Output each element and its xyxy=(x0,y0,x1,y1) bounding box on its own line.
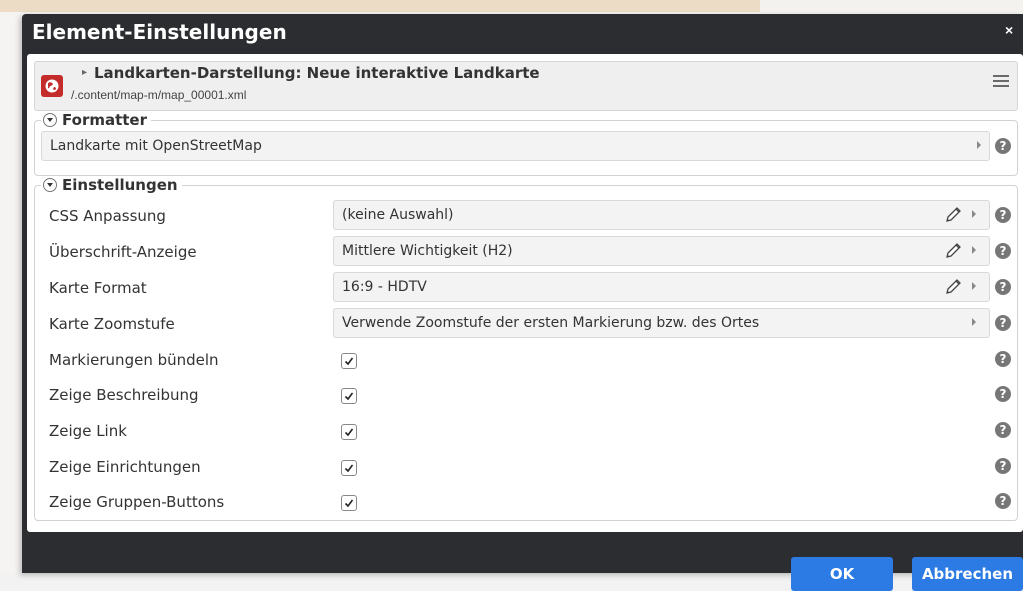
karte-zoomstufe-label: Karte Zoomstufe xyxy=(49,315,175,333)
element-settings-dialog: Element-Einstellungen × ▸ Landkarten-Dar… xyxy=(22,14,1023,591)
checkmark-icon xyxy=(344,357,354,366)
zeige-beschreibung-checkbox[interactable] xyxy=(341,388,357,404)
pencil-icon[interactable] xyxy=(944,206,964,224)
settings-legend-label: Einstellungen xyxy=(62,176,178,194)
ok-button[interactable]: OK xyxy=(791,557,893,591)
arrow-right-icon xyxy=(972,210,976,218)
ueberschrift-anzeige-select[interactable]: Mittlere Wichtigkeit (H2) xyxy=(333,236,990,266)
resource-title: Landkarten-Darstellung: Neue interaktive… xyxy=(94,64,540,82)
zeige-link-checkbox[interactable] xyxy=(341,424,357,440)
zeige-gruppen-buttons-checkbox[interactable] xyxy=(341,495,357,511)
formatter-select-value: Landkarte mit OpenStreetMap xyxy=(50,138,262,154)
checkmark-icon xyxy=(344,428,354,437)
dialog-footer: OK Abbrechen xyxy=(22,533,1023,591)
zeige-gruppen-buttons-label: Zeige Gruppen-Buttons xyxy=(49,493,225,511)
zeige-einrichtungen-checkbox[interactable] xyxy=(341,460,357,476)
help-icon[interactable]: ? xyxy=(995,422,1011,438)
help-icon[interactable]: ? xyxy=(995,243,1011,259)
cancel-button[interactable]: Abbrechen xyxy=(912,557,1023,591)
ueberschrift-anzeige-value: Mittlere Wichtigkeit (H2) xyxy=(342,243,513,259)
help-icon[interactable]: ? xyxy=(995,207,1011,223)
help-icon[interactable]: ? xyxy=(995,493,1011,509)
markierungen-buendeln-label: Markierungen bündeln xyxy=(49,351,219,369)
karte-format-label: Karte Format xyxy=(49,279,147,297)
markierungen-buendeln-checkbox[interactable] xyxy=(341,353,357,369)
map-type-icon xyxy=(41,75,63,97)
settings-legend: Einstellungen xyxy=(41,176,182,194)
resource-header: ▸ Landkarten-Darstellung: Neue interakti… xyxy=(34,61,1018,111)
css-anpassung-label: CSS Anpassung xyxy=(49,207,166,225)
dialog-content: ▸ Landkarten-Darstellung: Neue interakti… xyxy=(27,54,1023,532)
karte-zoomstufe-value: Verwende Zoomstufe der ersten Markierung… xyxy=(342,315,760,331)
close-icon[interactable]: × xyxy=(1005,22,1021,42)
karte-format-value: 16:9 - HDTV xyxy=(342,279,427,295)
formatter-select[interactable]: Landkarte mit OpenStreetMap xyxy=(41,131,990,161)
karte-format-select[interactable]: 16:9 - HDTV xyxy=(333,272,990,302)
arrow-right-icon xyxy=(972,282,976,290)
checkmark-icon xyxy=(344,499,354,508)
help-icon[interactable]: ? xyxy=(995,458,1011,474)
settings-fieldset: Einstellungen CSS Anpassung (keine Auswa… xyxy=(34,176,1018,521)
zeige-beschreibung-label: Zeige Beschreibung xyxy=(49,386,199,404)
zeige-einrichtungen-label: Zeige Einrichtungen xyxy=(49,458,201,476)
css-anpassung-select[interactable]: (keine Auswahl) xyxy=(333,200,990,230)
arrow-right-icon xyxy=(972,246,976,254)
help-icon[interactable]: ? xyxy=(995,351,1011,367)
resource-path: /.content/map-m/map_00001.xml xyxy=(71,88,247,102)
formatter-legend-label: Formatter xyxy=(62,111,148,129)
karte-zoomstufe-select[interactable]: Verwende Zoomstufe der ersten Markierung… xyxy=(333,308,990,338)
menu-icon[interactable] xyxy=(993,75,1009,89)
collapse-toggle-icon[interactable] xyxy=(43,178,57,192)
pencil-icon[interactable] xyxy=(944,278,964,296)
arrow-right-icon xyxy=(972,318,976,326)
checkmark-icon xyxy=(344,392,354,401)
pencil-icon[interactable] xyxy=(944,242,964,260)
background-band xyxy=(0,0,760,12)
help-icon[interactable]: ? xyxy=(995,315,1011,331)
checkmark-icon xyxy=(344,464,354,473)
help-icon[interactable]: ? xyxy=(995,279,1011,295)
expand-arrow-icon[interactable]: ▸ xyxy=(82,67,87,78)
help-icon[interactable]: ? xyxy=(995,386,1011,402)
collapse-toggle-icon[interactable] xyxy=(43,113,57,127)
ueberschrift-anzeige-label: Überschrift-Anzeige xyxy=(49,243,197,261)
dialog-title: Element-Einstellungen xyxy=(32,20,287,44)
help-icon[interactable]: ? xyxy=(995,138,1011,154)
formatter-legend: Formatter xyxy=(41,111,152,129)
css-anpassung-value: (keine Auswahl) xyxy=(342,207,454,223)
dialog-titlebar[interactable]: Element-Einstellungen × xyxy=(22,14,1023,52)
arrow-right-icon xyxy=(977,141,981,149)
formatter-fieldset: Formatter Landkarte mit OpenStreetMap ? xyxy=(34,111,1018,176)
zeige-link-label: Zeige Link xyxy=(49,422,127,440)
